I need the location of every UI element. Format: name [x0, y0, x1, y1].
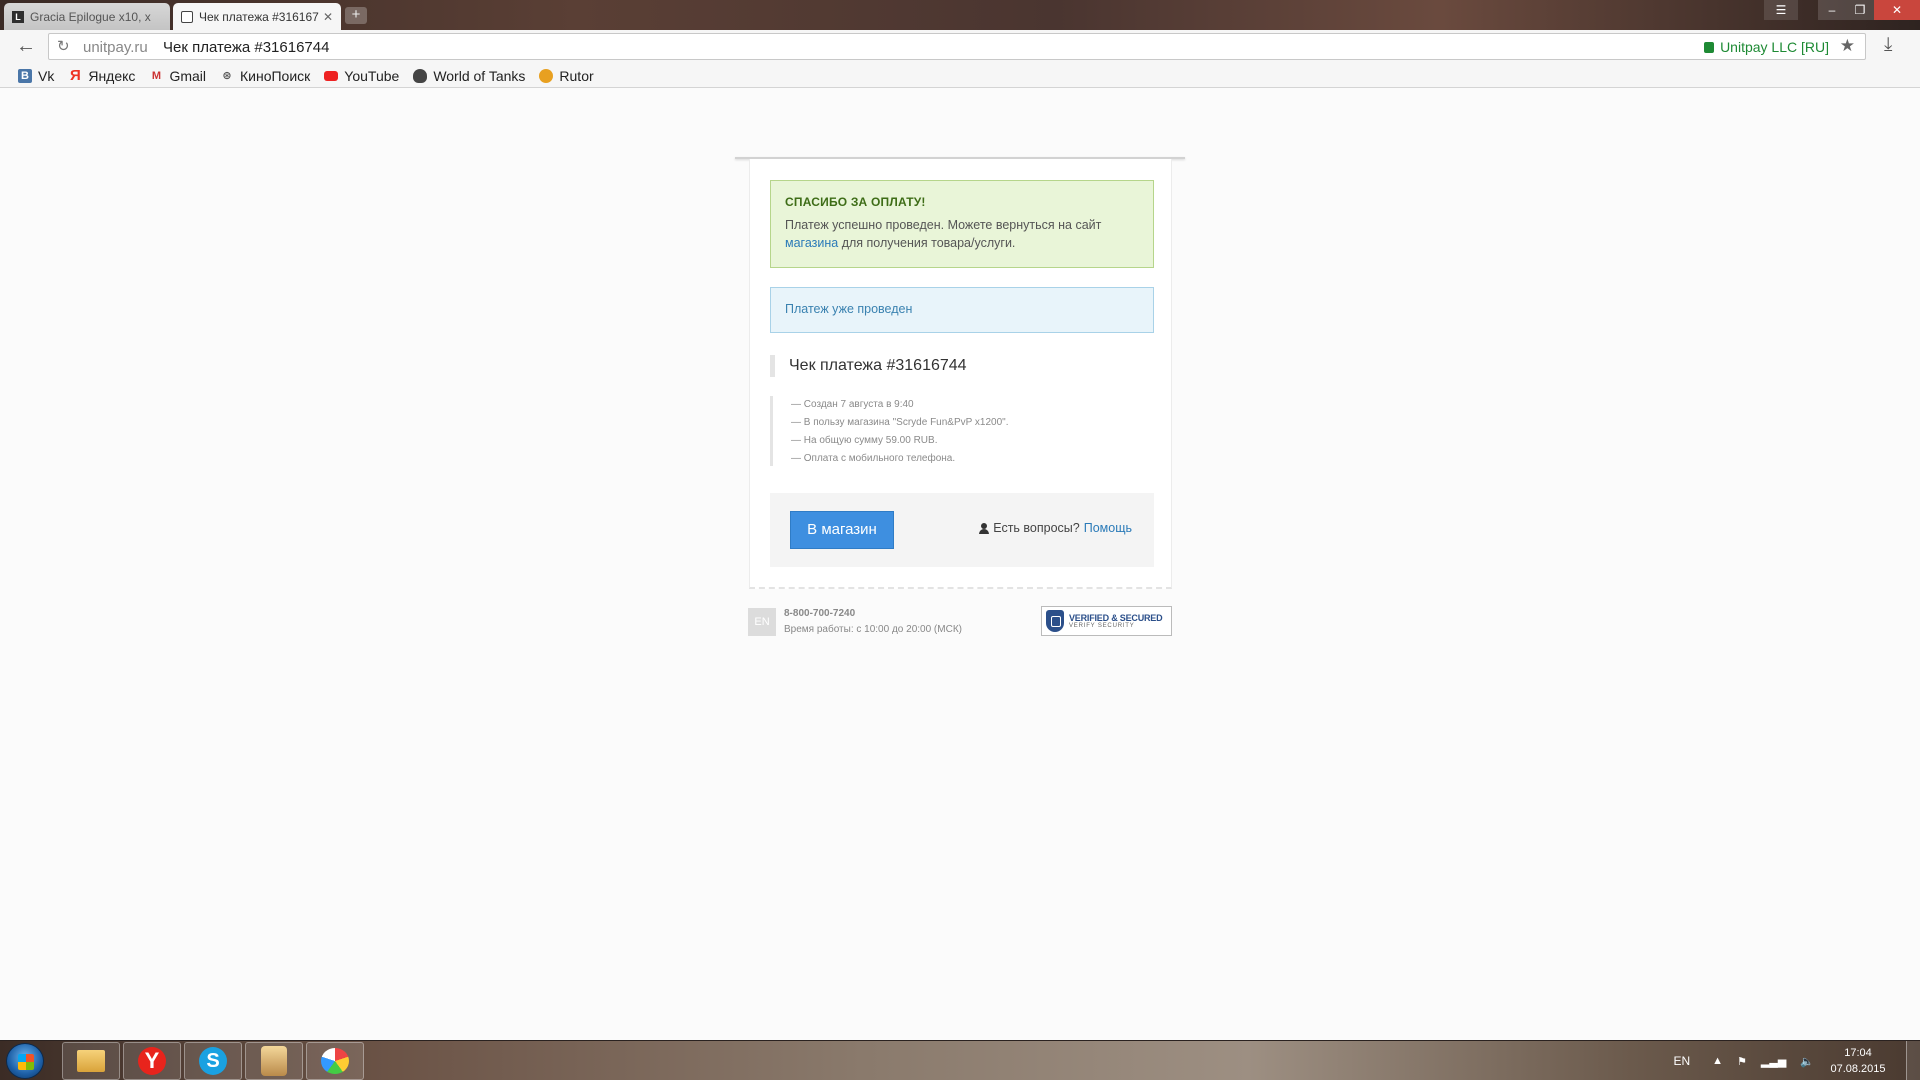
- gmail-icon: M: [151, 69, 162, 82]
- url-host: unitpay.ru: [83, 39, 148, 56]
- bookmark-wot[interactable]: World of Tanks: [413, 68, 525, 84]
- bookmark-rutor[interactable]: Rutor: [539, 67, 594, 84]
- wot-icon: [413, 68, 428, 83]
- payment-card: СПАСИБО ЗА ОПЛАТУ! Платеж успешно провед…: [749, 159, 1172, 589]
- info-alert: Платеж уже проведен: [770, 287, 1154, 333]
- window-titlebar: L Gracia Epilogue x10, x Чек платежа #31…: [0, 0, 1920, 30]
- detail-amount: — На общую сумму 59.00 RUB.: [791, 435, 938, 446]
- vk-icon: B: [18, 68, 32, 83]
- receipt-title: Чек платежа #31616744: [770, 355, 1154, 377]
- ev-label: Unitpay LLC [RU]: [1720, 39, 1829, 55]
- kinopoisk-icon: ⊛: [222, 69, 232, 82]
- bookmark-star-icon[interactable]: ★: [1840, 36, 1855, 56]
- volume-icon[interactable]: 🔈: [1800, 1055, 1814, 1068]
- bookmark-yandex[interactable]: Я Яндекс: [68, 68, 135, 84]
- verified-secured-seal[interactable]: VERIFIED & SECURED VERIFY SECURITY: [1041, 606, 1172, 636]
- tab-receipt[interactable]: Чек платежа #316167 ✕: [173, 3, 341, 30]
- rutor-icon: [539, 68, 554, 83]
- reload-icon[interactable]: ↻: [57, 37, 70, 55]
- taskbar-skype[interactable]: S: [184, 1042, 242, 1080]
- clock-date: 07.08.2015: [1830, 1063, 1886, 1075]
- detail-created: — Создан 7 августа в 9:40: [791, 399, 914, 410]
- browser-toolbar: ← ↻ unitpay.ru Чек платежа #31616744 Uni…: [0, 30, 1920, 64]
- tab-gracia[interactable]: L Gracia Epilogue x10, x: [4, 3, 170, 30]
- minimize-icon[interactable]: –: [1818, 0, 1846, 20]
- taskbar-yandex-browser[interactable]: Y: [123, 1042, 181, 1080]
- tab-label: Gracia Epilogue x10, x: [30, 9, 151, 24]
- success-text: Платеж успешно проведен. Можете вернутьс…: [785, 216, 1139, 252]
- success-title: СПАСИБО ЗА ОПЛАТУ!: [785, 195, 926, 209]
- bookmark-youtube[interactable]: YouTube: [324, 68, 399, 84]
- yandex-browser-icon: Y: [138, 1047, 166, 1075]
- bookmark-label: Rutor: [559, 67, 594, 84]
- bookmark-gmail[interactable]: M Gmail: [149, 68, 206, 84]
- shield-icon: [1046, 610, 1064, 632]
- bookmark-label: КиноПоиск: [240, 67, 311, 84]
- bookmark-label: Vk: [38, 67, 55, 84]
- page-footer: EN 8-800-700-7240 Время работы: с 10:00 …: [748, 606, 1172, 638]
- skype-icon: S: [199, 1047, 227, 1075]
- show-desktop-button[interactable]: [1906, 1041, 1920, 1080]
- flag-icon[interactable]: ⚑: [1737, 1055, 1747, 1068]
- success-text-part2: для получения товара/услуги.: [841, 236, 1016, 250]
- help-link[interactable]: Помощь: [1084, 521, 1132, 535]
- system-tray: EN ▲ ⚑ ▂▃▅ 🔈 17:04 07.08.2015: [1673, 1041, 1920, 1080]
- lineage-icon: L: [12, 10, 24, 23]
- back-arrow-icon[interactable]: ←: [14, 35, 38, 59]
- window-controls: ☰ – ❐ ✕: [1764, 0, 1920, 20]
- support-phone: 8-800-700-7240: [784, 608, 856, 619]
- bookmark-label: World of Tanks: [433, 67, 526, 84]
- receipt-details: — Создан 7 августа в 9:40 — В пользу маг…: [770, 396, 1154, 466]
- maximize-icon[interactable]: ❐: [1846, 0, 1874, 20]
- user-icon: [979, 522, 990, 534]
- yandex-icon: Я: [69, 66, 81, 84]
- help-question: Есть вопросы?: [993, 521, 1080, 535]
- detail-method: — Оплата с мобильного телефона.: [791, 453, 956, 464]
- bookmark-label: YouTube: [344, 67, 400, 84]
- bookmark-kinopoisk[interactable]: ⊛ КиноПоиск: [220, 68, 310, 84]
- to-shop-button[interactable]: В магазин: [790, 511, 894, 549]
- tray-arrow-icon[interactable]: ▲: [1712, 1055, 1723, 1067]
- close-window-icon[interactable]: ✕: [1874, 0, 1920, 20]
- address-bar[interactable]: ↻ unitpay.ru Чек платежа #31616744 Unitp…: [48, 33, 1866, 60]
- paint-icon: [321, 1048, 349, 1074]
- clock[interactable]: 17:04 07.08.2015: [1828, 1045, 1888, 1077]
- bookmarks-bar: B Vk Я Яндекс M Gmail ⊛ КиноПоиск YouTube Wo…: [0, 64, 1920, 88]
- page-icon: [181, 10, 193, 23]
- detail-shop: — В пользу магазина "Scryde Fun&PvP x120…: [791, 417, 1009, 428]
- tab-label: Чек платежа #316167: [199, 9, 319, 24]
- help-block: Есть вопросы? Помощь: [979, 521, 1132, 535]
- bookmark-label: Яндекс: [88, 67, 136, 84]
- clock-time: 17:04: [1844, 1047, 1872, 1059]
- taskbar-paint[interactable]: [306, 1042, 364, 1080]
- shop-link[interactable]: магазина: [785, 236, 838, 250]
- lock-icon: [1704, 42, 1715, 53]
- folder-icon: [77, 1050, 105, 1072]
- start-button[interactable]: [6, 1043, 44, 1079]
- windows-taskbar: Y S EN ▲ ⚑ ▂▃▅ 🔈 17:04 07.08.2015: [0, 1040, 1920, 1080]
- input-language[interactable]: EN: [1673, 1054, 1690, 1068]
- bookmark-label: Gmail: [169, 67, 206, 84]
- seal-line2: VERIFY SECURITY: [1069, 623, 1135, 629]
- taskbar-explorer[interactable]: [62, 1042, 120, 1080]
- language-switch[interactable]: EN: [748, 608, 776, 636]
- bookmark-vk[interactable]: B Vk: [18, 68, 54, 84]
- new-tab-button[interactable]: +: [345, 7, 367, 24]
- network-icon[interactable]: ▂▃▅: [1761, 1055, 1786, 1068]
- close-tab-icon[interactable]: ✕: [323, 10, 333, 24]
- download-icon[interactable]: ⤓: [1884, 34, 1892, 56]
- taskbar-game[interactable]: [245, 1042, 303, 1080]
- youtube-icon: [324, 70, 339, 81]
- action-bar: В магазин Есть вопросы? Помощь: [770, 493, 1154, 567]
- game-icon: [261, 1046, 287, 1076]
- success-text-part1: Платеж успешно проведен. Можете вернутьс…: [785, 218, 1102, 232]
- seal-line1: VERIFIED & SECURED: [1069, 613, 1163, 623]
- ev-certificate[interactable]: Unitpay LLC [RU]: [1704, 39, 1829, 55]
- success-alert: СПАСИБО ЗА ОПЛАТУ! Платеж успешно провед…: [770, 180, 1154, 268]
- url-title: Чек платежа #31616744: [163, 39, 330, 56]
- menu-icon[interactable]: ☰: [1764, 0, 1798, 20]
- working-hours: Время работы: с 10:00 до 20:00 (МСК): [784, 624, 962, 635]
